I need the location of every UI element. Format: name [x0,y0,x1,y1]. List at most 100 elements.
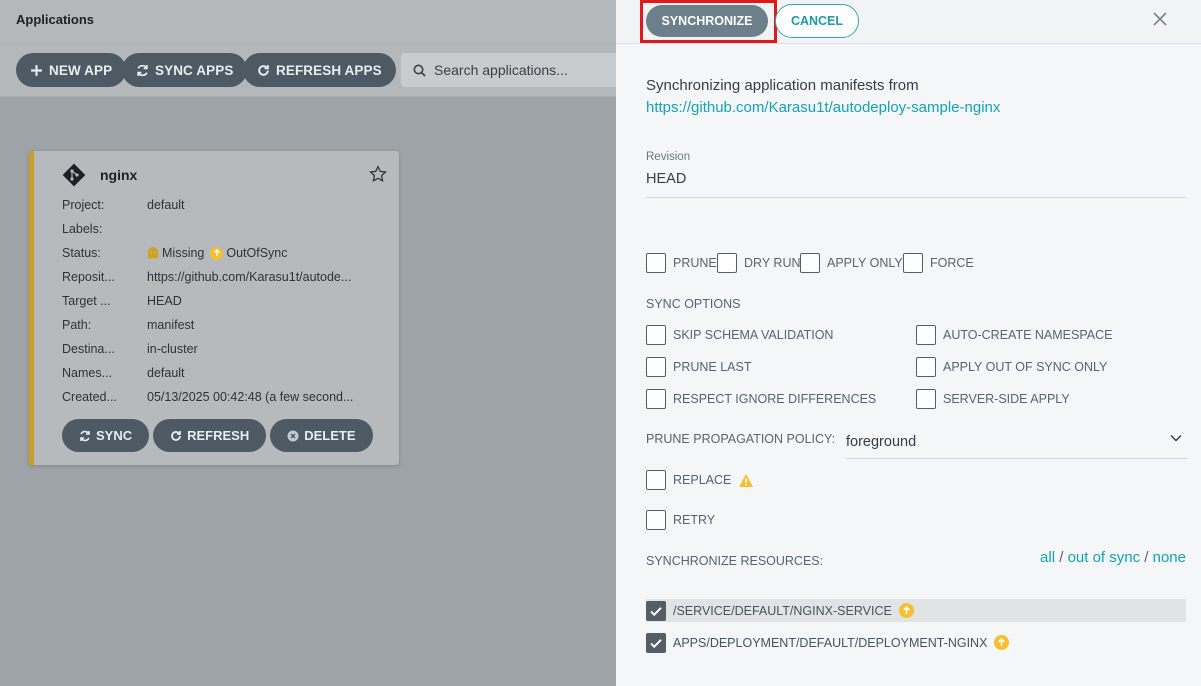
prune-checkbox[interactable]: PRUNE [646,253,717,273]
checkbox-label: RETRY [673,513,716,527]
checkbox-label: SERVER-SIDE APPLY [943,392,1070,406]
card-actions: SYNC REFRESH DELETE [62,419,373,452]
checkbox-box[interactable] [646,357,666,377]
resource-checkbox[interactable] [646,632,666,653]
respect-ignore-differences-checkbox[interactable]: RESPECT IGNORE DIFFERENCES [646,389,876,409]
prune-last-checkbox[interactable]: PRUNE LAST [646,357,752,377]
filter-none-link[interactable]: none [1153,549,1186,566]
checkbox-label: FORCE [930,256,974,270]
row-key: Path: [62,318,92,332]
panel-header: SYNCHRONIZE CANCEL [616,0,1201,44]
resource-label: /SERVICE/DEFAULT/NGINX-SERVICE [673,603,892,618]
project-row: Project: default [62,193,392,217]
repo-link[interactable]: https://github.com/Karasu1t/autodeploy-s… [646,99,1000,116]
filter-all-link[interactable]: all [1040,549,1055,566]
checkbox-box[interactable] [646,470,666,490]
app-name[interactable]: nginx [100,167,137,183]
checkbox-box[interactable] [646,325,666,345]
resource-row[interactable]: APPS/DEPLOYMENT/DEFAULT/DEPLOYMENT-NGINX [646,631,1186,654]
filter-out-of-sync-link[interactable]: out of sync [1068,549,1141,566]
checkbox-label: RESPECT IGNORE DIFFERENCES [673,392,877,406]
filter-separator: / [1055,549,1068,566]
out-of-sync-icon [994,635,1010,650]
checkbox-box[interactable] [646,253,666,273]
checkbox-box[interactable] [717,253,737,273]
sync-button[interactable]: SYNC [62,419,150,452]
sync-options-label: SYNC OPTIONS [646,297,741,311]
labels-row: Labels: [62,217,392,241]
search-icon [413,64,426,77]
refresh-apps-label: REFRESH APPS [276,62,382,78]
dry-run-checkbox[interactable]: DRY RUN [717,253,801,273]
row-value: manifest [147,318,195,332]
checkbox-label: APPLY OUT OF SYNC ONLY [943,360,1108,374]
synchronize-resources-label: SYNCHRONIZE RESOURCES: [646,554,824,568]
repository-row: Reposit... https://github.com/Karasu1t/au… [62,265,392,289]
sync-label: SYNC [96,428,133,443]
new-app-label: NEW APP [49,62,113,78]
apply-only-checkbox[interactable]: APPLY ONLY [800,253,903,273]
apply-out-of-sync-only-checkbox[interactable]: APPLY OUT OF SYNC ONLY [916,357,1107,377]
cancel-button[interactable]: CANCEL [775,4,859,38]
target-row: Target ... HEAD [62,289,392,313]
checkbox-box[interactable] [903,253,923,273]
revision-label: Revision [646,151,691,163]
resource-checkbox[interactable] [646,600,666,621]
delete-button[interactable]: DELETE [270,419,373,452]
checkbox-label: PRUNE [673,256,717,270]
checkbox-label: APPLY ONLY [827,256,903,270]
checkbox-box[interactable] [646,389,666,409]
out-of-sync-icon [898,603,914,618]
row-value: default [147,366,185,380]
row-value: default [147,198,185,212]
path-row: Path: manifest [62,313,392,337]
destination-row: Destina... in-cluster [62,337,392,361]
checkbox-box[interactable] [800,253,820,273]
revision-input[interactable]: HEAD [646,171,1186,198]
out-of-sync-icon [210,246,224,260]
applications-toolbar: NEW APP SYNC APPS REFRESH APPS Search ap… [0,45,616,97]
checkbox-label: SKIP SCHEMA VALIDATION [673,328,834,342]
sync-intro-text: Synchronizing application manifests from [646,77,919,94]
checkbox-box[interactable] [916,325,936,345]
delete-label: DELETE [304,428,356,443]
refresh-icon [171,430,182,441]
applications-page: Applications NEW APP SYNC APPS REFRESH A… [0,0,616,686]
close-icon[interactable] [1152,11,1168,27]
new-app-button[interactable]: NEW APP [16,53,127,87]
refresh-apps-button[interactable]: REFRESH APPS [243,53,396,87]
force-checkbox[interactable]: FORCE [903,253,974,273]
retry-checkbox[interactable]: RETRY [646,510,715,530]
checkbox-box[interactable] [646,510,666,530]
git-icon [62,163,86,187]
checkbox-label: DRY RUN [744,256,801,270]
search-input[interactable]: Search applications... [401,53,616,87]
auto-create-namespace-checkbox[interactable]: AUTO-CREATE NAMESPACE [916,325,1112,345]
skip-schema-validation-checkbox[interactable]: SKIP SCHEMA VALIDATION [646,325,833,345]
checkbox-box[interactable] [916,389,936,409]
row-key: Project: [62,198,105,212]
server-side-apply-checkbox[interactable]: SERVER-SIDE APPLY [916,389,1070,409]
page-title: Applications [0,0,616,45]
prune-policy-select[interactable]: foreground [846,426,1187,459]
card-details: Project: default Labels: Status: Missing … [62,193,392,409]
star-icon[interactable] [369,165,387,183]
checkbox-label: PRUNE LAST [673,360,752,374]
filter-separator: / [1140,549,1153,566]
replace-checkbox[interactable]: REPLACE [646,470,754,490]
refresh-icon [258,64,269,76]
sync-apps-button[interactable]: SYNC APPS [122,53,248,87]
warning-icon [739,473,754,487]
row-value: in-cluster [147,342,198,356]
sync-icon [137,64,148,76]
missing-icon [148,246,158,259]
row-key: Reposit... [62,270,115,284]
row-key: Names... [62,366,113,380]
checkbox-box[interactable] [916,357,936,377]
search-placeholder: Search applications... [434,62,568,78]
application-card[interactable]: nginx Project: default Labels: Status: Mi… [29,151,399,465]
health-status: Missing [162,246,205,260]
refresh-button[interactable]: REFRESH [153,419,267,452]
resource-row[interactable]: /SERVICE/DEFAULT/NGINX-SERVICE [646,599,1186,622]
status-row: Status: Missing OutOfSync [62,241,392,265]
